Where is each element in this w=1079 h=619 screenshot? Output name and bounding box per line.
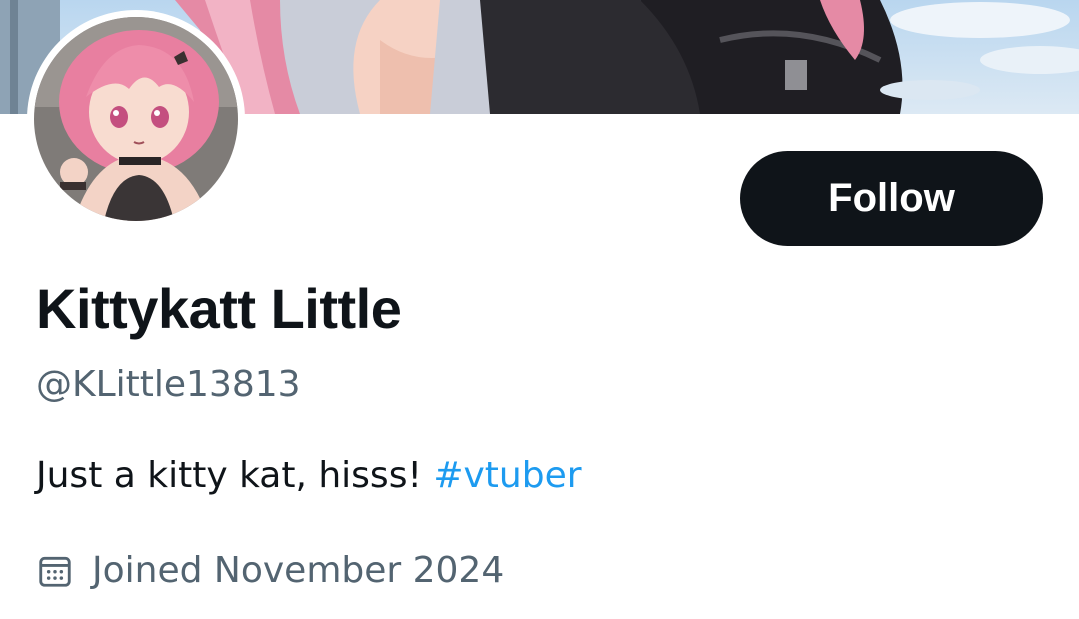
follow-button[interactable]: Follow — [740, 151, 1043, 246]
display-name: Kittykatt Little — [36, 277, 402, 340]
joined-text: Joined November 2024 — [92, 550, 505, 591]
profile-page: Follow Kittykatt Little @KLittle13813 Ju… — [0, 0, 1079, 619]
user-handle: @KLittle13813 — [36, 364, 301, 405]
bio: Just a kitty kat, hisss! #vtuber — [36, 455, 582, 496]
calendar-icon — [36, 552, 74, 590]
joined-date: Joined November 2024 — [36, 550, 504, 591]
hashtag-link[interactable]: #vtuber — [433, 455, 581, 496]
avatar-image — [34, 17, 238, 221]
bio-text: Just a kitty kat, hisss! — [36, 455, 434, 496]
avatar[interactable] — [27, 10, 245, 228]
